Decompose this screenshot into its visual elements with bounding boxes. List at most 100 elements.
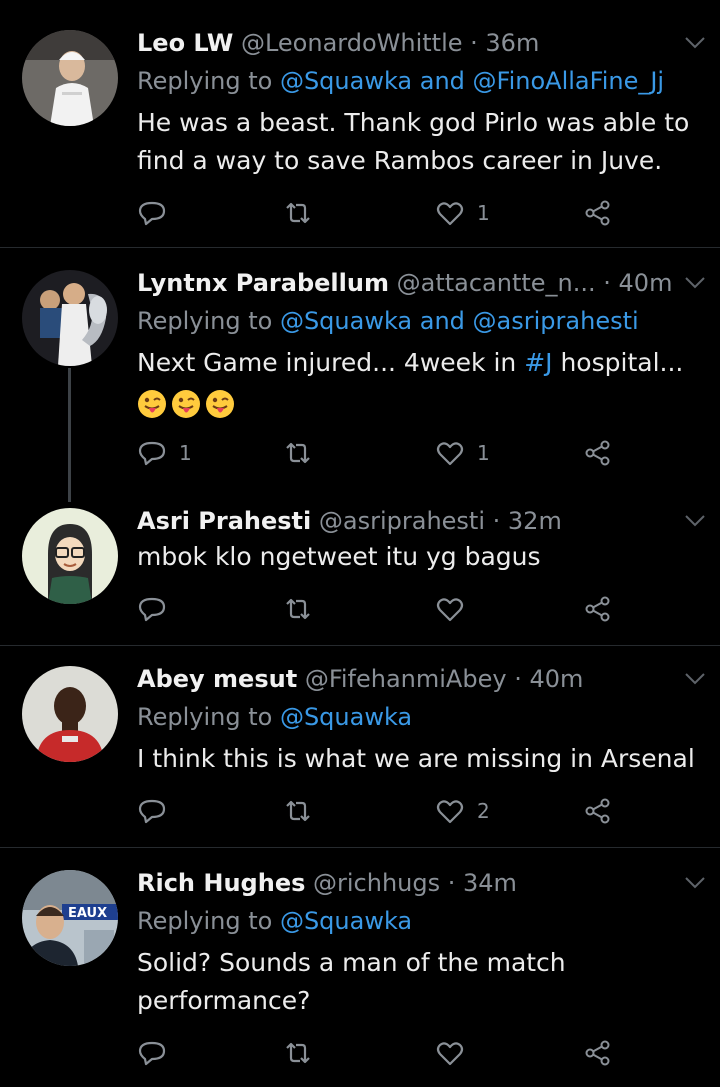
replying-to-label: Replying to xyxy=(137,907,280,935)
timestamp[interactable]: 34m xyxy=(463,869,517,897)
share-button[interactable] xyxy=(583,196,613,230)
chevron-down-icon[interactable] xyxy=(684,876,706,890)
display-name[interactable]: Rich Hughes xyxy=(137,869,305,897)
retweet-button[interactable] xyxy=(283,196,313,230)
avatar-image: EAUX xyxy=(22,870,118,966)
reply-icon xyxy=(138,799,166,824)
share-icon xyxy=(585,440,610,466)
user-handle[interactable]: @FifehanmiAbey xyxy=(305,665,507,693)
tweet-header: Lyntnx Parabellum @attacantte_n... · 40m xyxy=(137,266,672,300)
display-name[interactable]: Asri Prahesti xyxy=(137,507,311,535)
user-handle[interactable]: @attacantte_n... xyxy=(397,269,596,297)
display-name[interactable]: Abey mesut xyxy=(137,665,297,693)
share-icon xyxy=(585,1040,610,1066)
tweet-text-line: mbok klo ngetweet itu yg bagus xyxy=(137,542,541,571)
share-button[interactable] xyxy=(583,794,613,828)
tweet-text: Solid? Sounds a man of the match perform… xyxy=(137,944,697,1020)
replying-to-label: Replying to xyxy=(137,703,280,731)
user-handle[interactable]: @LeonardoWhittle xyxy=(241,29,463,57)
reply-icon xyxy=(138,1041,166,1066)
chevron-down-icon[interactable] xyxy=(684,514,706,528)
tongue-wink-emoji xyxy=(206,390,234,418)
avatar[interactable]: EAUX xyxy=(22,870,118,966)
like-button[interactable]: 1 xyxy=(435,436,490,470)
tweet-text: I think this is what we are missing in A… xyxy=(137,740,697,778)
reply-button[interactable] xyxy=(137,794,179,828)
chevron-down-icon[interactable] xyxy=(684,672,706,686)
reply-button[interactable]: 1 xyxy=(137,436,192,470)
avatar[interactable] xyxy=(22,666,118,762)
like-count: 1 xyxy=(477,201,490,225)
avatar[interactable] xyxy=(22,508,118,604)
tweet-card[interactable]: Asri Prahesti @asriprahesti · 32m mbok k… xyxy=(0,488,720,646)
mention-link[interactable]: @Squawka and @asriprahesti xyxy=(280,307,639,335)
reply-icon xyxy=(138,441,166,466)
avatar[interactable] xyxy=(22,270,118,366)
tweet-text-line: I think this is what we are missing in A… xyxy=(137,744,695,773)
chevron-down-icon[interactable] xyxy=(684,276,706,290)
timestamp[interactable]: 32m xyxy=(508,507,562,535)
retweet-button[interactable] xyxy=(283,592,313,626)
tweet-text-line: performance? xyxy=(137,986,311,1015)
tweet-text-line: Next Game injured... 4week in #J hospita… xyxy=(137,344,697,382)
separator-dot: · xyxy=(462,29,486,57)
like-button[interactable]: 2 xyxy=(435,794,490,828)
reply-button[interactable] xyxy=(137,592,179,626)
tweet-card[interactable]: EAUX Rich Hughes @richhugs · 34m Replyin… xyxy=(0,848,720,1087)
tweet-header: Rich Hughes @richhugs · 34m xyxy=(137,866,517,900)
tweet-card[interactable]: Lyntnx Parabellum @attacantte_n... · 40m… xyxy=(0,248,720,502)
avatar-banner-text: EAUX xyxy=(68,906,107,921)
replying-to: Replying to @Squawka xyxy=(137,904,412,938)
action-bar: 1 1 xyxy=(137,436,637,470)
chevron-down-icon[interactable] xyxy=(684,36,706,50)
reply-icon xyxy=(138,201,166,226)
tweet-header: Asri Prahesti @asriprahesti · 32m xyxy=(137,504,562,538)
tweet-text: mbok klo ngetweet itu yg bagus xyxy=(137,538,697,576)
tweet-text-segment: Next Game injured... 4week in xyxy=(137,348,525,377)
timestamp[interactable]: 40m xyxy=(529,665,583,693)
retweet-icon xyxy=(286,1042,310,1064)
reply-button[interactable] xyxy=(137,1036,179,1070)
action-bar xyxy=(137,592,637,626)
tweet-card[interactable]: Abey mesut @FifehanmiAbey · 40m Replying… xyxy=(0,646,720,848)
share-button[interactable] xyxy=(583,1036,613,1070)
avatar[interactable] xyxy=(22,30,118,126)
hashtag-link[interactable]: #J xyxy=(524,348,552,377)
share-button[interactable] xyxy=(583,592,613,626)
separator-dot: · xyxy=(595,269,619,297)
like-count: 1 xyxy=(477,441,490,465)
retweet-button[interactable] xyxy=(283,1036,313,1070)
retweet-icon xyxy=(286,800,310,822)
action-bar: 1 xyxy=(137,196,637,230)
separator-dot: · xyxy=(440,869,464,897)
tweet-text: Next Game injured... 4week in #J hospita… xyxy=(137,344,697,422)
tweet-card[interactable]: Leo LW @LeonardoWhittle · 36m Replying t… xyxy=(0,0,720,248)
replying-to: Replying to @Squawka and @asriprahesti xyxy=(137,304,639,338)
user-handle[interactable]: @asriprahesti xyxy=(319,507,485,535)
mention-link[interactable]: @Squawka xyxy=(280,703,412,731)
mention-link[interactable]: @Squawka xyxy=(280,907,412,935)
like-button[interactable]: 1 xyxy=(435,196,490,230)
replying-to: Replying to @Squawka and @FinoAllaFine_J… xyxy=(137,64,664,98)
like-button[interactable] xyxy=(435,1036,477,1070)
timestamp[interactable]: 36m xyxy=(485,29,539,57)
retweet-icon xyxy=(286,202,310,224)
like-button[interactable] xyxy=(435,592,477,626)
share-icon xyxy=(585,798,610,824)
mention-link[interactable]: @Squawka and @FinoAllaFine_Jj xyxy=(280,67,664,95)
timeline: Leo LW @LeonardoWhittle · 36m Replying t… xyxy=(0,0,720,1087)
tweet-text-line: find a way to save Rambos career in Juve… xyxy=(137,146,663,175)
like-icon xyxy=(436,1042,464,1066)
like-icon xyxy=(436,800,464,824)
share-button[interactable] xyxy=(583,436,613,470)
action-bar xyxy=(137,1036,637,1070)
reply-button[interactable] xyxy=(137,196,179,230)
timestamp[interactable]: 40m xyxy=(619,269,673,297)
avatar-image xyxy=(22,666,118,762)
display-name[interactable]: Leo LW xyxy=(137,29,233,57)
display-name[interactable]: Lyntnx Parabellum xyxy=(137,269,389,297)
avatar-image xyxy=(22,508,118,604)
retweet-button[interactable] xyxy=(283,794,313,828)
retweet-button[interactable] xyxy=(283,436,313,470)
user-handle[interactable]: @richhugs xyxy=(313,869,440,897)
